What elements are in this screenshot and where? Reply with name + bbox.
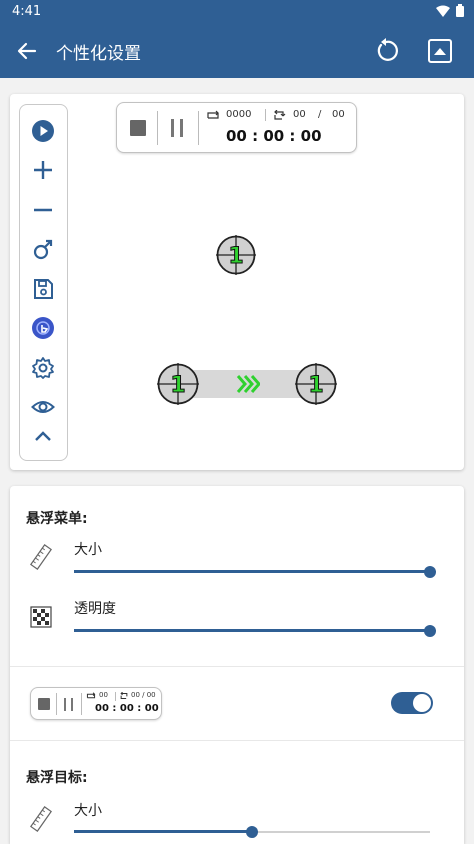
minus-icon <box>34 208 52 212</box>
collapse-up-icon[interactable] <box>426 37 454 65</box>
settings-button[interactable] <box>29 354 57 382</box>
timer-divider <box>115 692 116 701</box>
pause-icon <box>180 119 183 137</box>
opacity-checker-icon <box>30 606 52 628</box>
swipe-start-target-icon[interactable]: 1 <box>157 363 199 405</box>
plus-icon <box>34 161 52 179</box>
save-icon <box>34 279 53 299</box>
pause-icon <box>71 698 73 711</box>
timer-display-toggle[interactable] <box>391 692 433 714</box>
app-bar: 个性化设置 <box>0 24 474 78</box>
pause-icon <box>171 119 174 137</box>
slider-thumb[interactable] <box>424 625 436 637</box>
play-button[interactable] <box>29 117 57 145</box>
preview-button[interactable] <box>29 393 57 421</box>
status-bar: 4:41 <box>0 0 474 24</box>
click-target-label: 1 <box>228 244 243 269</box>
round-total: 00 <box>332 109 345 120</box>
section-divider <box>10 666 464 667</box>
status-time: 4:41 <box>12 4 42 19</box>
timer-divider <box>81 693 82 715</box>
battery-icon <box>456 4 464 17</box>
ruler-icon <box>30 544 52 570</box>
loop-count: 0000 <box>226 109 252 120</box>
eye-icon <box>31 401 55 413</box>
pause-icon <box>64 698 66 711</box>
wifi-icon <box>436 5 450 17</box>
swipe-icon <box>33 239 53 260</box>
toggle-knob <box>413 694 431 712</box>
floating-target-title: 悬浮目标: <box>26 770 88 786</box>
timer-divider <box>157 111 158 145</box>
swipe-direction-icon <box>236 375 260 393</box>
menu-size-label: 大小 <box>74 542 102 558</box>
mini-round: 00 / 00 <box>131 691 156 699</box>
save-button[interactable] <box>29 275 57 303</box>
add-button[interactable] <box>29 156 57 184</box>
loop-icon <box>207 110 219 119</box>
chevron-up-icon <box>35 431 51 441</box>
mini-timer-widget: 00 00 / 00 00 : 00 : 00 <box>30 687 162 720</box>
ruler-icon <box>30 806 52 832</box>
slider-thumb[interactable] <box>246 826 258 838</box>
preview-panel: 0000 00 / 00 00 : 00 : 00 1 1 1 <box>10 94 464 470</box>
gear-icon <box>32 357 54 379</box>
swipe-button[interactable] <box>29 235 57 263</box>
swipe-start-label: 1 <box>170 373 185 398</box>
slider-fill <box>74 570 430 573</box>
round-icon <box>120 692 128 699</box>
stop-icon <box>130 120 146 136</box>
timer-clock: 00 : 00 : 00 <box>226 127 322 145</box>
collapse-toolbar-button[interactable] <box>29 423 57 451</box>
floating-toolbar <box>19 104 68 461</box>
click-target-icon[interactable]: 1 <box>216 235 256 275</box>
preview-timer-widget: 0000 00 / 00 00 : 00 : 00 <box>116 102 357 153</box>
play-icon <box>32 120 54 142</box>
swipe-end-label: 1 <box>308 373 323 398</box>
timer-divider <box>56 693 57 715</box>
section-divider <box>10 740 464 741</box>
round-icon <box>274 110 286 120</box>
slider-fill <box>74 830 252 833</box>
round-current: 00 <box>293 109 306 120</box>
loop-icon <box>86 692 96 699</box>
settings-panel: 悬浮菜单: 大小 透明度 00 00 / 00 00 : 00 : 00 悬浮目… <box>10 486 464 844</box>
floating-menu-title: 悬浮菜单: <box>26 511 88 527</box>
mini-timer-clock: 00 : 00 : 00 <box>95 703 159 714</box>
click-mode-button[interactable] <box>29 314 57 342</box>
menu-size-slider[interactable] <box>74 565 436 579</box>
stop-icon <box>38 698 50 710</box>
swipe-end-target-icon[interactable]: 1 <box>295 363 337 405</box>
round-separator: / <box>318 109 322 120</box>
slider-thumb[interactable] <box>424 566 436 578</box>
slider-fill <box>74 629 430 632</box>
back-arrow-icon[interactable] <box>14 38 40 64</box>
menu-opacity-label: 透明度 <box>74 601 116 617</box>
mini-loop-count: 00 <box>99 691 108 699</box>
target-size-slider[interactable] <box>74 825 430 839</box>
timer-divider <box>198 111 199 145</box>
reset-icon[interactable] <box>372 37 400 65</box>
page-title: 个性化设置 <box>56 44 141 64</box>
target-size-label: 大小 <box>74 803 102 819</box>
click-hand-icon <box>32 317 54 339</box>
remove-button[interactable] <box>29 196 57 224</box>
timer-divider <box>265 109 266 121</box>
menu-opacity-slider[interactable] <box>74 624 436 638</box>
